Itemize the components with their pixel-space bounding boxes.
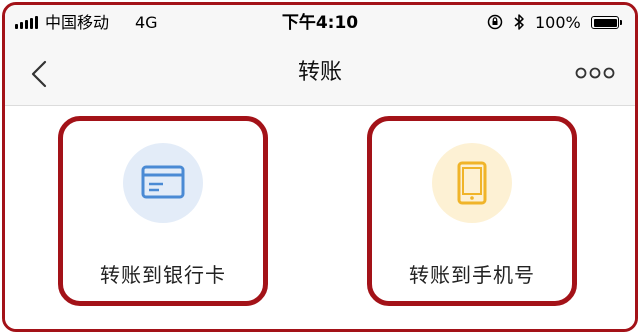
- bluetooth-icon: [514, 14, 524, 30]
- icon-circle: [123, 143, 203, 223]
- battery-percent: 100%: [535, 13, 581, 32]
- icon-circle: [432, 143, 512, 223]
- bank-card-icon: [141, 165, 185, 199]
- screen-frame: 中国移动 4G 下午4:10 100% 转账 转账到银行卡 转账到手机号: [2, 2, 638, 332]
- mobile-phone-icon: [457, 161, 487, 205]
- battery-tip: [620, 20, 622, 25]
- transfer-to-bank-card-button[interactable]: 转账到银行卡: [58, 116, 268, 306]
- nav-bar: 转账: [5, 41, 635, 106]
- rotation-lock-icon: [487, 14, 503, 30]
- option-label: 转账到银行卡: [100, 263, 226, 287]
- status-bar: 中国移动 4G 下午4:10 100%: [5, 5, 635, 41]
- battery-icon: [591, 16, 619, 29]
- transfer-to-mobile-number-button[interactable]: 转账到手机号: [367, 116, 577, 306]
- option-label: 转账到手机号: [409, 263, 535, 287]
- more-dots-icon[interactable]: [575, 66, 615, 80]
- transfer-options: 转账到银行卡 转账到手机号: [5, 106, 635, 329]
- page-title: 转账: [297, 60, 342, 85]
